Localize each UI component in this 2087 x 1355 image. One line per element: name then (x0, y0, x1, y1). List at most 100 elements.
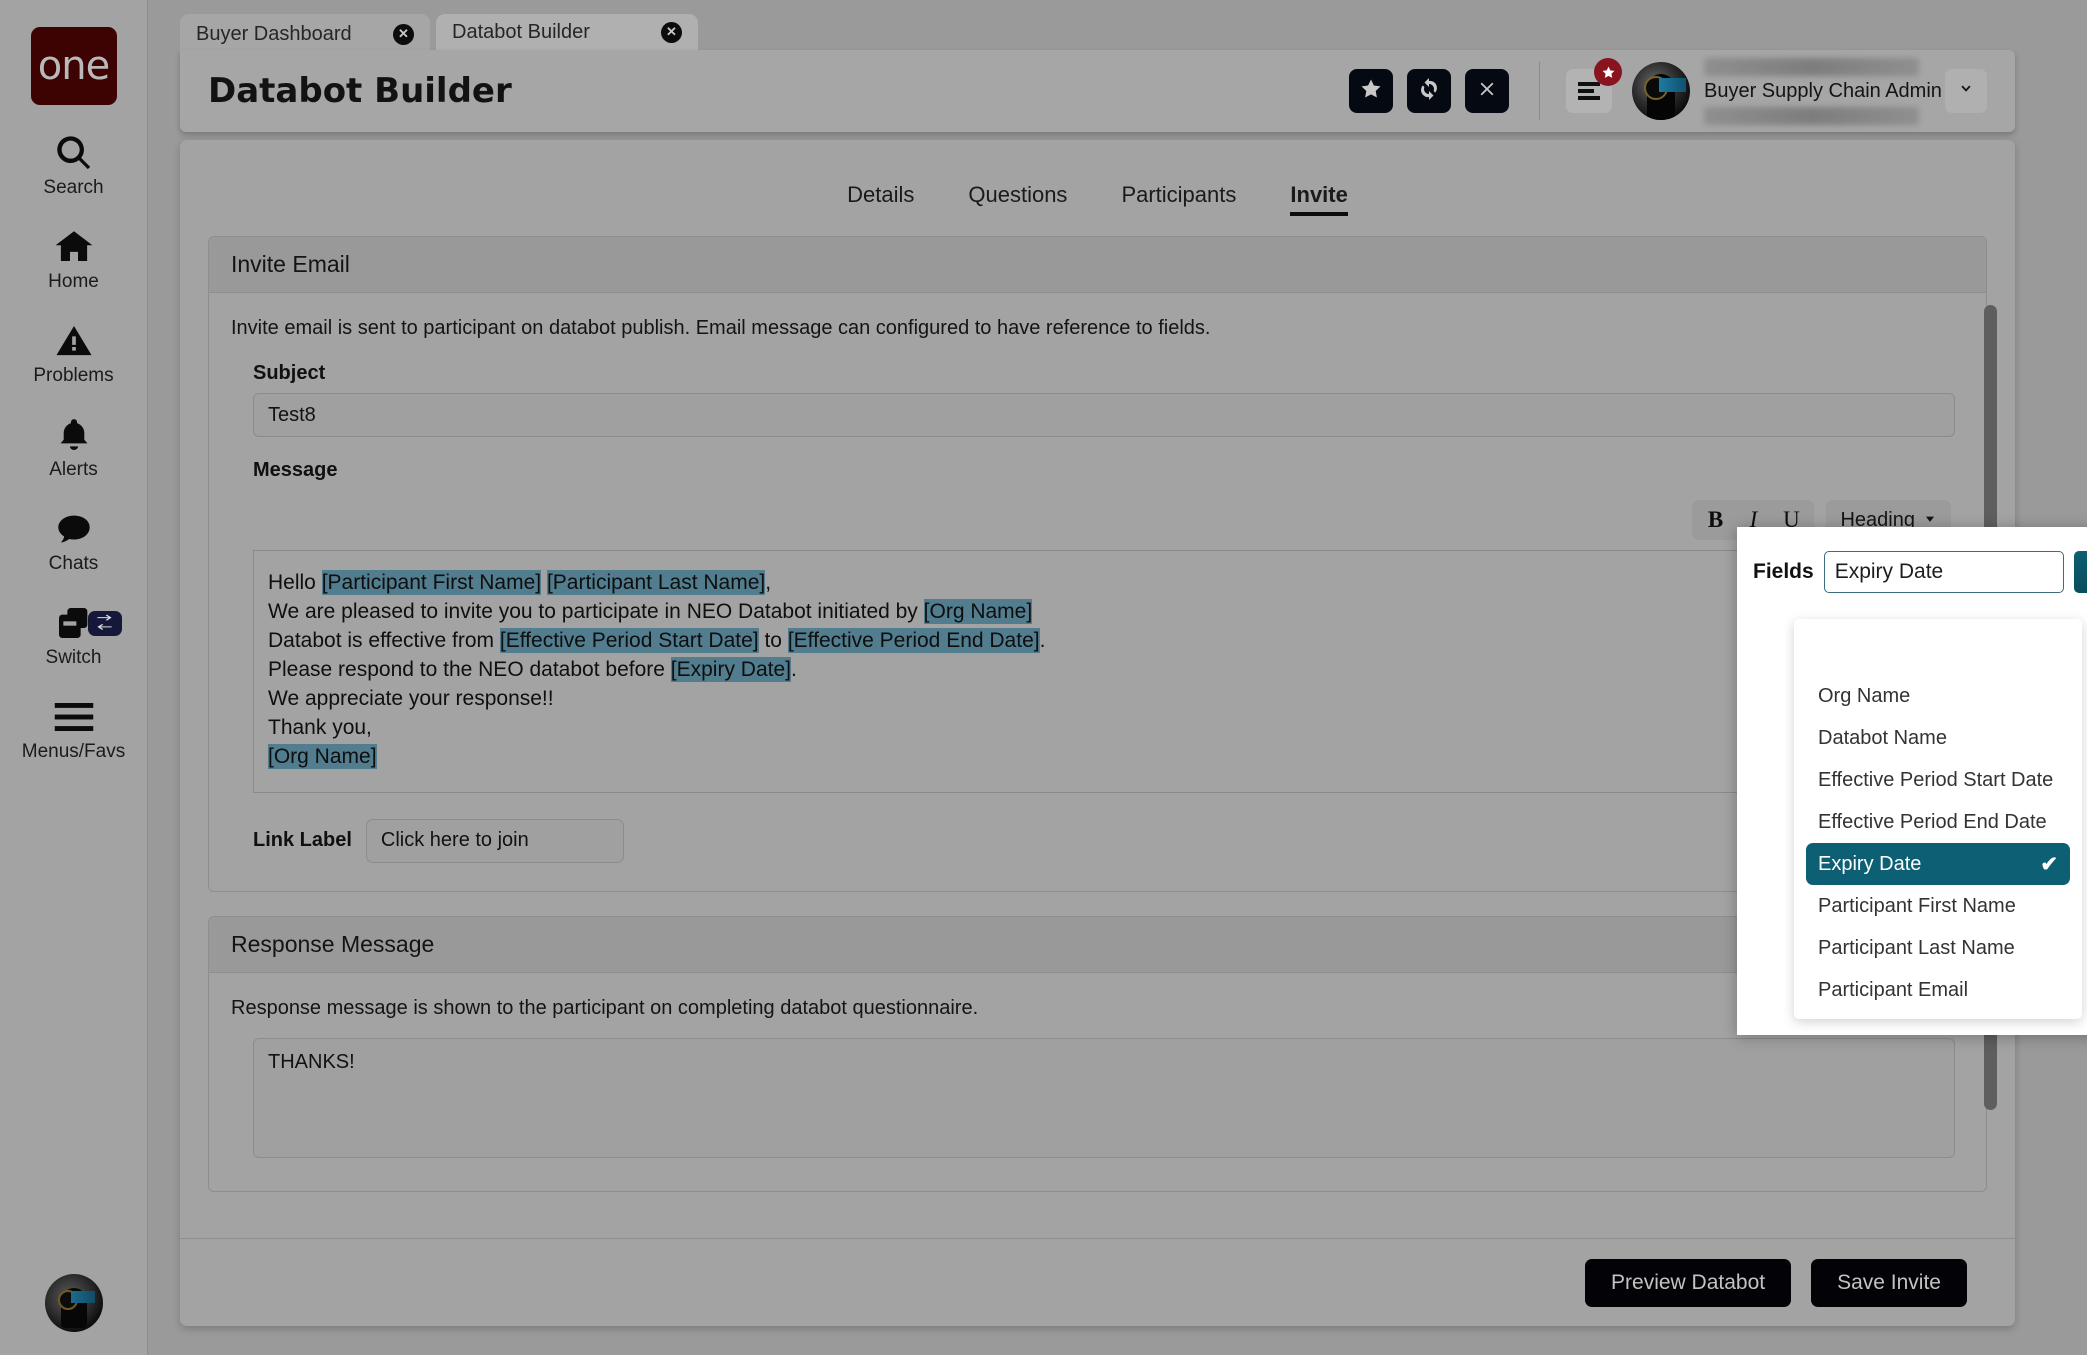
message-text: Databot is effective from (268, 628, 500, 652)
message-line: Thank you, (268, 714, 1940, 743)
fields-option-list[interactable]: Org Name Databot Name Effective Period Sta… (1794, 619, 2082, 1019)
window-header: Databot Builder Buyer Supply Chain Admin (180, 50, 2015, 132)
sidebar-item-chats[interactable]: Chats (0, 507, 148, 575)
favorite-button[interactable] (1349, 69, 1393, 113)
invite-email-section: Invite Email Invite email is sent to par… (208, 236, 1987, 892)
field-option-label: Databot Name (1818, 726, 1947, 749)
tab-participants[interactable]: Participants (1121, 182, 1236, 216)
tab-questions[interactable]: Questions (968, 182, 1067, 216)
star-icon (1359, 77, 1383, 106)
swap-arrows-icon[interactable] (87, 611, 122, 636)
field-option-label: Participant Last Name (1818, 936, 2015, 959)
message-text: We are pleased to invite you to particip… (268, 599, 924, 623)
sidebar-avatar[interactable] (44, 1274, 103, 1332)
user-avatar[interactable] (1632, 62, 1690, 120)
tab-details[interactable]: Details (847, 182, 914, 216)
brand-logo[interactable]: one (30, 27, 117, 105)
subject-label: Subject (253, 362, 326, 384)
message-line: Hello [Participant First Name] [Particip… (268, 569, 1940, 598)
footer-action-bar: Preview Databot Save Invite (180, 1238, 2015, 1326)
field-option[interactable]: Participant Email (1806, 969, 2070, 1011)
response-message-input[interactable] (253, 1037, 1955, 1158)
message-body[interactable]: Hello [Participant First Name] [Particip… (253, 550, 1955, 793)
user-menu-toggle[interactable] (1945, 69, 1987, 113)
sidebar-item-search[interactable]: Search (0, 131, 148, 199)
link-label-label: Link Label (253, 829, 352, 852)
section-title: Response Message (209, 916, 1986, 973)
page-title: Databot Builder (208, 71, 512, 111)
close-icon[interactable]: ✕ (393, 23, 414, 45)
refresh-button[interactable] (1407, 69, 1451, 113)
browser-tab-databot-builder[interactable]: Databot Builder ✕ (436, 14, 698, 54)
sidebar-item-label: Menus/Favs (21, 741, 126, 762)
message-editor: B I U Heading Hello [Participant First N… (253, 490, 1955, 793)
fields-search-input[interactable] (1823, 551, 2064, 593)
field-option-label: Effective Period End Date (1818, 810, 2047, 833)
sidebar-item-alerts[interactable]: Alerts (0, 413, 148, 481)
refresh-icon (1417, 77, 1441, 106)
field-option[interactable]: Org Name (1806, 675, 2070, 717)
fields-dropdown-toggle[interactable] (2073, 551, 2087, 593)
message-text: Please respond to the NEO databot before (268, 657, 671, 681)
user-name-redacted (1704, 57, 1919, 76)
message-text: Hello (268, 571, 322, 594)
user-role-label: Buyer Supply Chain Admin (1704, 79, 1942, 102)
field-token: [Participant First Name] (321, 570, 542, 595)
bold-button[interactable]: B (1698, 503, 1732, 537)
user-org-redacted (1704, 106, 1919, 125)
save-invite-button[interactable]: Save Invite (1811, 1258, 1967, 1307)
menu-favorites-button[interactable] (1566, 58, 1622, 113)
browser-tab-buyer-dashboard[interactable]: Buyer Dashboard ✕ (180, 14, 430, 54)
close-button[interactable] (1465, 69, 1509, 113)
field-option-label: Participant First Name (1818, 894, 2016, 917)
sidebar-item-menus-favs[interactable]: Menus/Favs (0, 695, 148, 763)
link-label-input[interactable] (365, 818, 624, 863)
bell-icon (55, 413, 93, 457)
menu-lines-icon (1578, 79, 1600, 103)
field-option[interactable]: Participant First Name (1806, 885, 2070, 927)
field-option[interactable]: Effective Period Start Date (1806, 759, 2070, 801)
field-token: [Effective Period Start Date] (499, 627, 759, 653)
field-option-label: Expiry Date (1818, 852, 1922, 875)
close-x-icon (1476, 78, 1498, 105)
tab-invite[interactable]: Invite (1290, 182, 1349, 216)
section-title: Invite Email (209, 237, 1986, 293)
browser-tab-strip: Buyer Dashboard ✕ Databot Builder ✕ (148, 0, 2087, 54)
preview-databot-button[interactable]: Preview Databot (1585, 1258, 1792, 1307)
tab-label: Questions (968, 182, 1068, 207)
fields-label: Fields (1753, 560, 1814, 583)
tab-label: Details (847, 182, 915, 207)
field-option[interactable]: Expiry Date ✔ (1806, 843, 2070, 885)
subject-input[interactable] (253, 393, 1955, 437)
search-icon (54, 131, 94, 175)
avatar-visor-shape (70, 1291, 95, 1303)
message-line: We are pleased to invite you to particip… (268, 598, 1940, 627)
browser-tab-label: Databot Builder (452, 20, 590, 43)
field-option[interactable]: Effective Period End Date (1806, 801, 2070, 843)
message-line: Databot is effective from [Effective Per… (268, 627, 1940, 656)
field-option[interactable]: Participant Last Name (1806, 927, 2070, 969)
sidebar-item-problems[interactable]: Problems (0, 319, 148, 387)
browser-tab-label: Buyer Dashboard (196, 22, 352, 45)
field-option[interactable]: Databot Name (1806, 717, 2070, 759)
message-text: Thank you, (268, 715, 372, 739)
field-token: [Org Name] (923, 598, 1033, 624)
sidebar-item-label: Switch (45, 647, 102, 668)
hamburger-icon (53, 695, 95, 739)
editor-toolbar: B I U Heading (253, 490, 1955, 550)
sidebar-item-home[interactable]: Home (0, 225, 148, 293)
close-icon[interactable]: ✕ (661, 21, 682, 43)
sidebar-item-label: Alerts (49, 459, 98, 480)
header-divider (1539, 62, 1540, 120)
response-message-description: Response message is shown to the partici… (231, 996, 979, 1019)
message-text: , (765, 571, 772, 594)
sidebar-item-switch[interactable]: Switch (0, 601, 148, 669)
message-text: . (1039, 628, 1046, 652)
field-token: [Org Name] (268, 743, 377, 769)
user-info-block[interactable]: Buyer Supply Chain Admin (1704, 55, 1942, 128)
tab-label: Invite (1290, 182, 1348, 207)
field-option-label: Effective Period Start Date (1818, 768, 2054, 791)
field-token: [Participant Last Name] (546, 570, 766, 595)
message-text: . (790, 657, 797, 681)
avatar-visor-shape (1659, 78, 1686, 92)
